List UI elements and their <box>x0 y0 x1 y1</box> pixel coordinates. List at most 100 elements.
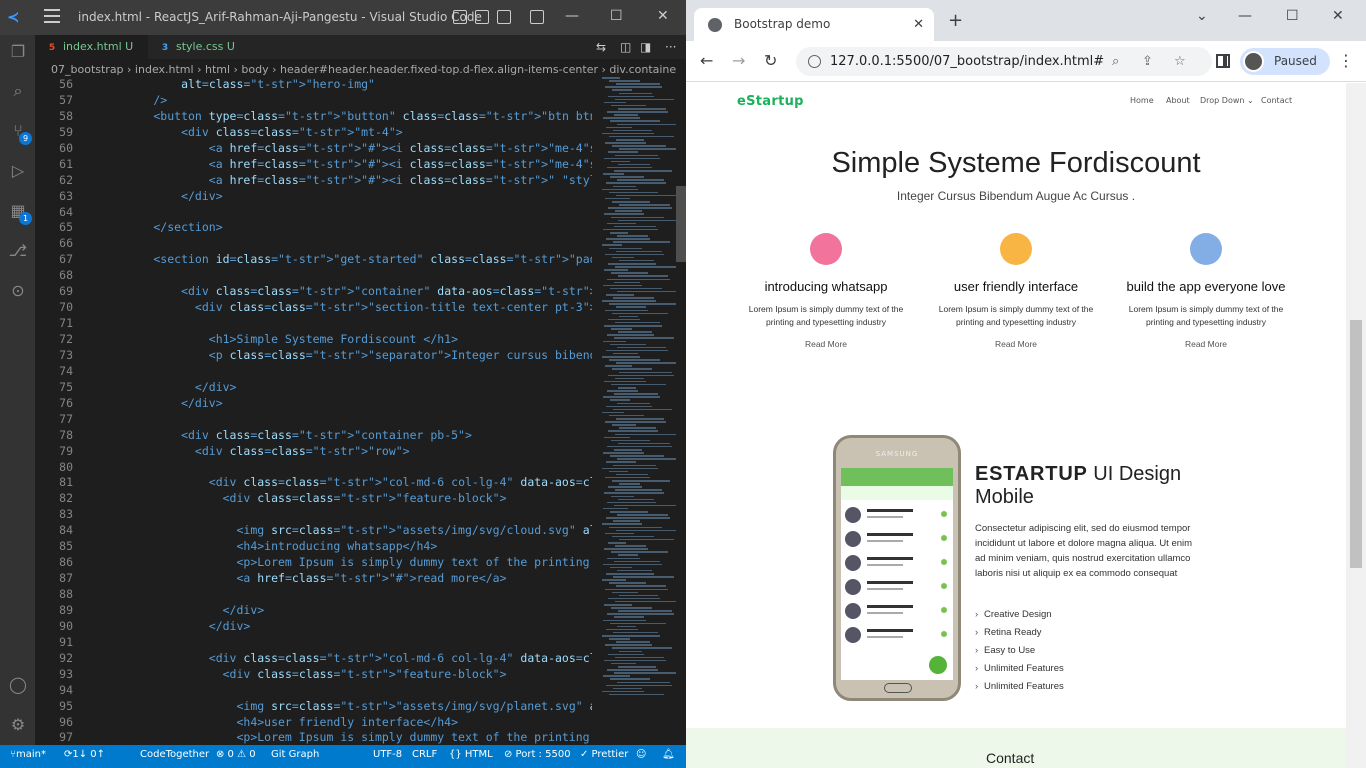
open-preview-icon[interactable]: ◫ <box>620 40 631 54</box>
port-status[interactable]: ⊘ Port : 5500 <box>504 745 571 765</box>
toggle-panel-icon[interactable] <box>475 10 489 24</box>
back-icon[interactable]: ← <box>700 51 713 71</box>
settings-gear-icon[interactable]: ⚙ <box>8 715 28 735</box>
nav-contact[interactable]: Contact <box>1261 96 1292 105</box>
list-item: › Easy to Use <box>975 642 1064 660</box>
maximize-icon[interactable]: ☐ <box>610 8 623 24</box>
side-panel-icon[interactable] <box>1216 54 1230 68</box>
site-brand-logo[interactable]: eStartup <box>737 94 804 109</box>
chrome-minimize-icon[interactable]: — <box>1238 8 1252 24</box>
tab-style-css[interactable]: 3 style.css U <box>148 35 248 59</box>
site-info-icon[interactable] <box>808 55 821 68</box>
browser-tab[interactable]: Bootstrap demo ✕ <box>694 8 934 41</box>
tab-index-html[interactable]: 5 index.html U <box>35 35 148 59</box>
page-subtitle: Integer Cursus Bibendum Augue Ac Cursus … <box>896 189 1136 203</box>
forward-icon[interactable]: → <box>732 51 745 71</box>
eol-status[interactable]: CRLF <box>412 745 437 765</box>
editor-scrollbar[interactable] <box>676 186 686 262</box>
zoom-icon[interactable]: ⌕ <box>1112 47 1119 76</box>
vscode-logo-icon: ≺ <box>7 8 20 26</box>
minimap-line <box>607 557 640 559</box>
minimap-line <box>618 108 666 110</box>
minimap[interactable] <box>598 77 676 745</box>
close-tab-icon[interactable]: ✕ <box>913 8 924 41</box>
menu-hamburger-icon[interactable] <box>44 9 60 23</box>
page-scrollbar[interactable] <box>1346 83 1366 768</box>
chrome-close-icon[interactable]: ✕ <box>1332 8 1344 24</box>
minimap-line <box>619 259 654 262</box>
codetogether-status[interactable]: CodeTogether <box>140 745 209 765</box>
minimap-line <box>602 411 624 414</box>
minimap-line <box>610 566 632 569</box>
feedback-icon[interactable]: ☺ <box>636 745 646 765</box>
code-line: </div> <box>98 379 237 394</box>
close-icon[interactable]: ✕ <box>657 8 669 24</box>
code-line: </div> <box>98 395 223 410</box>
minimap-line <box>614 672 676 674</box>
toggle-sidebar-icon[interactable] <box>453 10 467 24</box>
notifications-icon[interactable]: 🔔︎ <box>662 745 675 765</box>
minimap-line <box>610 622 666 625</box>
reload-icon[interactable]: ↻ <box>764 51 777 71</box>
minimap-line <box>607 111 668 113</box>
customize-layout-icon[interactable] <box>530 10 544 24</box>
extensions-badge: 1 <box>19 212 32 225</box>
minimap-line <box>613 631 658 634</box>
encoding-status[interactable]: UTF-8 <box>373 745 402 765</box>
search-icon[interactable]: ⌕ <box>8 81 28 101</box>
branch-status[interactable]: ⑂ main* <box>10 745 46 765</box>
nav-about[interactable]: About <box>1166 96 1190 105</box>
chrome-maximize-icon[interactable]: ☐ <box>1286 8 1299 24</box>
code-line: </div> <box>98 188 223 203</box>
minimap-line <box>611 216 664 218</box>
toggle-secondary-sidebar-icon[interactable] <box>497 10 511 24</box>
bookmark-star-icon[interactable]: ☆ <box>1174 47 1186 76</box>
remote-explorer-icon[interactable]: ⊙ <box>8 281 28 301</box>
more-actions-icon[interactable]: ··· <box>665 40 676 54</box>
code-line: <section id=class="t-str">"get-started" … <box>98 252 592 267</box>
minimize-icon[interactable]: — <box>565 8 579 24</box>
line-number: 85 <box>59 539 73 554</box>
feature-block: build the app everyone love Lorem Ipsum … <box>1121 233 1291 349</box>
problems-status[interactable]: ⊗ 0 ⚠ 0 <box>216 745 256 765</box>
chrome-toolbar: ← → ↻ 127.0.0.1:5500/07_bootstrap/index.… <box>686 41 1366 82</box>
page-scroll-thumb[interactable] <box>1350 320 1362 568</box>
explorer-icon[interactable]: ❐ <box>8 42 28 62</box>
minimap-line <box>616 362 676 364</box>
minimap-line <box>619 650 642 652</box>
line-number: 56 <box>59 77 73 91</box>
account-icon[interactable]: ◯ <box>8 675 28 695</box>
tab-search-chevron-icon[interactable]: ⌄ <box>1196 8 1208 24</box>
code-editor[interactable]: alt=class="t-str">"hero-img" /> <button … <box>98 77 592 745</box>
nav-dropdown[interactable]: Drop Down ⌄ <box>1200 96 1254 105</box>
read-more-link[interactable]: Read More <box>931 339 1101 349</box>
nav-home[interactable]: Home <box>1130 96 1154 105</box>
chrome-menu-icon[interactable]: ⋮ <box>1338 51 1354 70</box>
open-changes-icon[interactable]: ⇆ <box>596 40 606 54</box>
address-bar[interactable]: 127.0.0.1:5500/07_bootstrap/index.html# … <box>796 47 1212 76</box>
minimap-line <box>606 294 634 296</box>
minimap-line <box>609 582 646 584</box>
prettier-status[interactable]: ✓ Prettier <box>580 745 628 765</box>
code-line: <div class=class="t-str">"section-title … <box>98 300 592 315</box>
profile-button[interactable]: Paused <box>1240 48 1330 75</box>
new-tab-icon[interactable]: + <box>948 12 963 30</box>
minimap-line <box>604 380 646 383</box>
sync-status[interactable]: ⟳ 1↓ 0↑ <box>64 745 105 765</box>
read-more-link[interactable]: Read More <box>1121 339 1291 349</box>
minimap-line <box>605 86 662 88</box>
split-editor-icon[interactable]: ◨ <box>640 40 651 54</box>
language-status[interactable]: {} HTML <box>449 745 493 765</box>
code-line: <div class=class="t-str">"container" dat… <box>98 284 592 299</box>
git-graph-icon[interactable]: ⎇ <box>8 241 28 261</box>
share-icon[interactable]: ⇪ <box>1142 47 1153 76</box>
line-number: 83 <box>59 507 73 522</box>
phone-home-button <box>884 683 912 693</box>
favicon-globe-icon <box>708 18 722 32</box>
git-graph-status[interactable]: Git Graph <box>271 745 319 765</box>
run-debug-icon[interactable]: ▷ <box>8 161 28 181</box>
minimap-line <box>605 197 630 200</box>
minimap-line <box>611 160 630 163</box>
read-more-link[interactable]: Read More <box>741 339 911 349</box>
minimap-line <box>609 80 640 82</box>
